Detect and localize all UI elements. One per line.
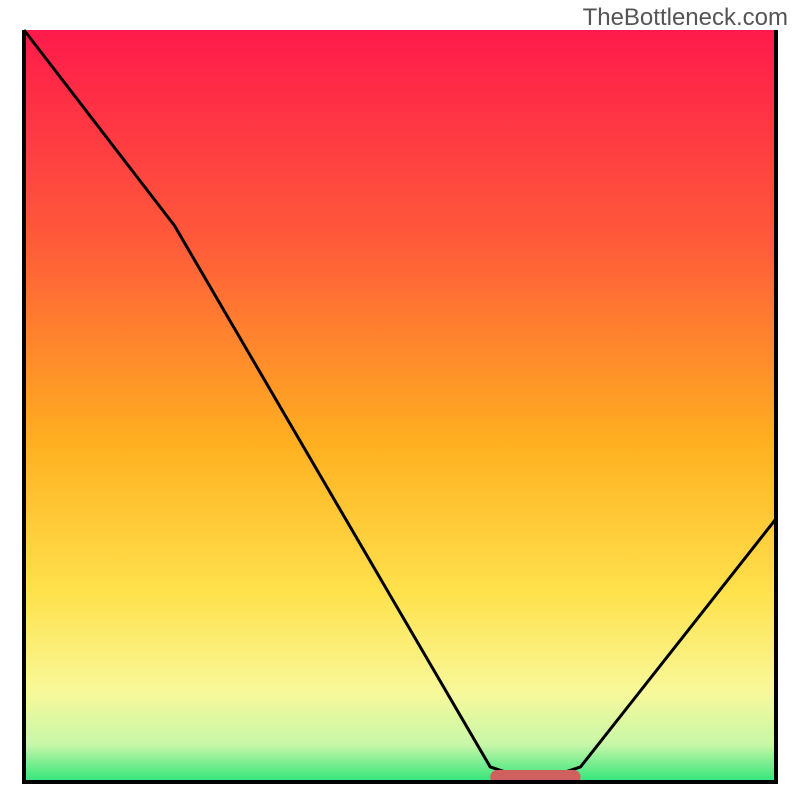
- bottleneck-chart: [0, 0, 800, 800]
- gradient-background: [24, 30, 776, 782]
- chart-container: TheBottleneck.com: [0, 0, 800, 800]
- watermark-text: TheBottleneck.com: [583, 4, 788, 32]
